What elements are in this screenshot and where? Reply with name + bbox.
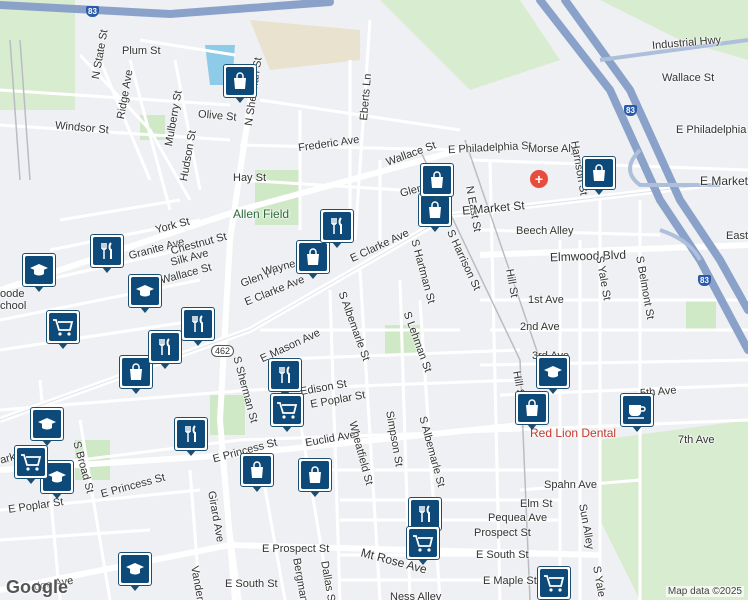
street-label: Hay St — [233, 172, 267, 184]
shopping-bag-marker[interactable] — [582, 156, 616, 196]
shopping-bag-icon — [226, 67, 254, 95]
hospital-icon[interactable]: + — [530, 170, 548, 188]
shopping-cart-marker[interactable] — [14, 445, 48, 485]
restaurant-icon — [271, 361, 299, 389]
restaurant-icon — [184, 310, 212, 338]
shopping-bag-marker[interactable] — [420, 163, 454, 203]
restaurant-marker[interactable] — [90, 234, 124, 274]
street-label: 2nd Ave — [520, 321, 560, 333]
street-label: Prospect St — [474, 527, 531, 539]
restaurant-icon — [93, 237, 121, 265]
interstate-shield: 83 — [86, 6, 99, 17]
restaurant-marker[interactable] — [148, 330, 182, 370]
street-label: Pequea Ave — [488, 512, 548, 524]
shopping-bag-marker[interactable] — [223, 64, 257, 104]
school-marker[interactable] — [536, 355, 570, 395]
street-label: E South St — [225, 578, 278, 590]
street-label: Ness Alley — [390, 591, 442, 600]
interstate-shield: 83 — [698, 275, 711, 286]
street-label: East — [726, 230, 748, 242]
coffee-icon — [623, 396, 651, 424]
map-canvas[interactable]: Plum St N State St Ridge Ave Mulberry St… — [0, 0, 748, 600]
shopping-bag-icon — [518, 394, 546, 422]
restaurant-icon — [411, 500, 439, 528]
interstate-shield: 83 — [624, 105, 637, 116]
park-label: Allen Field — [233, 207, 290, 221]
shopping-bag-icon — [122, 358, 150, 386]
street-label: E Philadelphia — [676, 124, 747, 136]
shopping-bag-marker[interactable] — [240, 453, 274, 493]
school-icon — [539, 358, 567, 386]
street-label: E Maple St — [483, 575, 537, 587]
map-base — [0, 0, 748, 600]
street-label: Plum St — [122, 45, 161, 57]
shopping-bag-marker[interactable] — [515, 391, 549, 431]
restaurant-icon — [323, 212, 351, 240]
coffee-marker[interactable] — [620, 393, 654, 433]
shopping-cart-icon — [273, 396, 301, 424]
shopping-cart-icon — [49, 313, 77, 341]
shopping-cart-marker[interactable] — [537, 566, 571, 600]
school-icon — [33, 410, 61, 438]
street-label: Beech Alley — [516, 225, 574, 237]
school-icon — [25, 256, 53, 284]
shopping-cart-icon — [17, 448, 45, 476]
school-marker[interactable] — [22, 253, 56, 293]
shopping-cart-marker[interactable] — [270, 393, 304, 433]
street-label: Elm St — [520, 498, 553, 510]
street-label: E Market — [700, 174, 748, 188]
shopping-cart-marker[interactable] — [46, 310, 80, 350]
street-label: Elmwood Blvd — [549, 247, 627, 265]
shopping-bag-icon — [585, 159, 613, 187]
shopping-cart-icon — [409, 529, 437, 557]
street-label: Spahn Ave — [544, 479, 598, 491]
shopping-cart-marker[interactable] — [406, 526, 440, 566]
school-marker[interactable] — [118, 552, 152, 592]
restaurant-marker[interactable] — [174, 417, 208, 457]
restaurant-marker[interactable] — [320, 209, 354, 249]
street-label: Wallace St — [662, 72, 715, 84]
street-label: E Prospect St — [262, 543, 330, 555]
shopping-bag-icon — [423, 166, 451, 194]
map-attribution[interactable]: Map data ©2025 — [665, 586, 744, 597]
school-icon — [121, 555, 149, 583]
shopping-cart-icon — [540, 569, 568, 597]
shopping-bag-marker[interactable] — [298, 458, 332, 498]
school-icon — [131, 277, 159, 305]
street-label: 1st Ave — [528, 294, 564, 306]
restaurant-marker[interactable] — [268, 358, 302, 398]
google-logo: Google — [6, 577, 68, 597]
shopping-bag-icon — [243, 456, 271, 484]
restaurant-marker[interactable] — [181, 307, 215, 347]
school-marker[interactable] — [128, 274, 162, 314]
restaurant-icon — [151, 333, 179, 361]
shopping-bag-icon — [301, 461, 329, 489]
street-label: E South St — [476, 549, 529, 561]
school-marker[interactable] — [30, 407, 64, 447]
street-label: 7th Ave — [678, 434, 715, 446]
restaurant-icon — [177, 420, 205, 448]
